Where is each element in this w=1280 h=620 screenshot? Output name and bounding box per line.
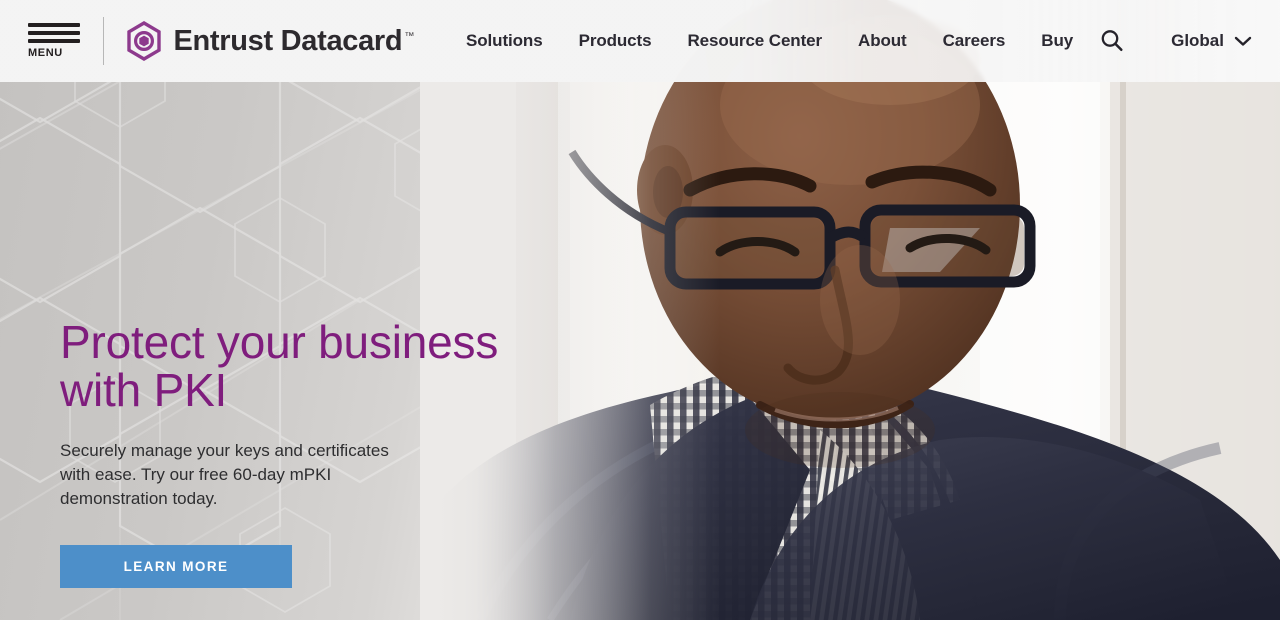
brand-logo[interactable]: Entrust Datacard ™ — [126, 21, 414, 61]
site-header: MENU Entrust Datacard ™ Solutions Product… — [0, 0, 1280, 82]
primary-navigation: Solutions Products Resource Center About… — [448, 31, 1091, 51]
brand-name: Entrust Datacard ™ — [173, 25, 414, 58]
search-icon — [1101, 30, 1123, 52]
search-button[interactable] — [1091, 20, 1133, 62]
learn-more-button[interactable]: LEARN MORE — [60, 544, 292, 588]
nav-item-about[interactable]: About — [840, 31, 925, 51]
brand-name-text: Entrust Datacard — [173, 24, 403, 57]
menu-button-label: MENU — [28, 47, 63, 59]
menu-button[interactable]: MENU — [28, 23, 85, 59]
nav-item-solutions[interactable]: Solutions — [448, 31, 561, 51]
nav-item-resource-center[interactable]: Resource Center — [669, 31, 840, 51]
nav-item-careers[interactable]: Careers — [925, 31, 1024, 51]
region-selector-label: Global — [1171, 31, 1224, 50]
nav-item-buy[interactable]: Buy — [1023, 31, 1091, 51]
header-utilities: Global — [1091, 20, 1252, 62]
page-root: MENU Entrust Datacard ™ Solutions Product… — [0, 0, 1280, 620]
header-divider — [103, 17, 105, 65]
hero-content: Protect your business with PKI Securely … — [60, 318, 620, 588]
hamburger-icon — [28, 23, 80, 43]
entrust-hexagon-logo-icon — [127, 21, 162, 61]
nav-item-products[interactable]: Products — [561, 31, 670, 51]
hero-headline: Protect your business with PKI — [60, 316, 499, 417]
region-selector[interactable]: Global — [1171, 31, 1252, 51]
trademark-symbol: ™ — [404, 30, 415, 42]
chevron-down-icon — [1234, 36, 1252, 46]
hero-subheadline: Securely manage your keys and certificat… — [60, 440, 389, 508]
